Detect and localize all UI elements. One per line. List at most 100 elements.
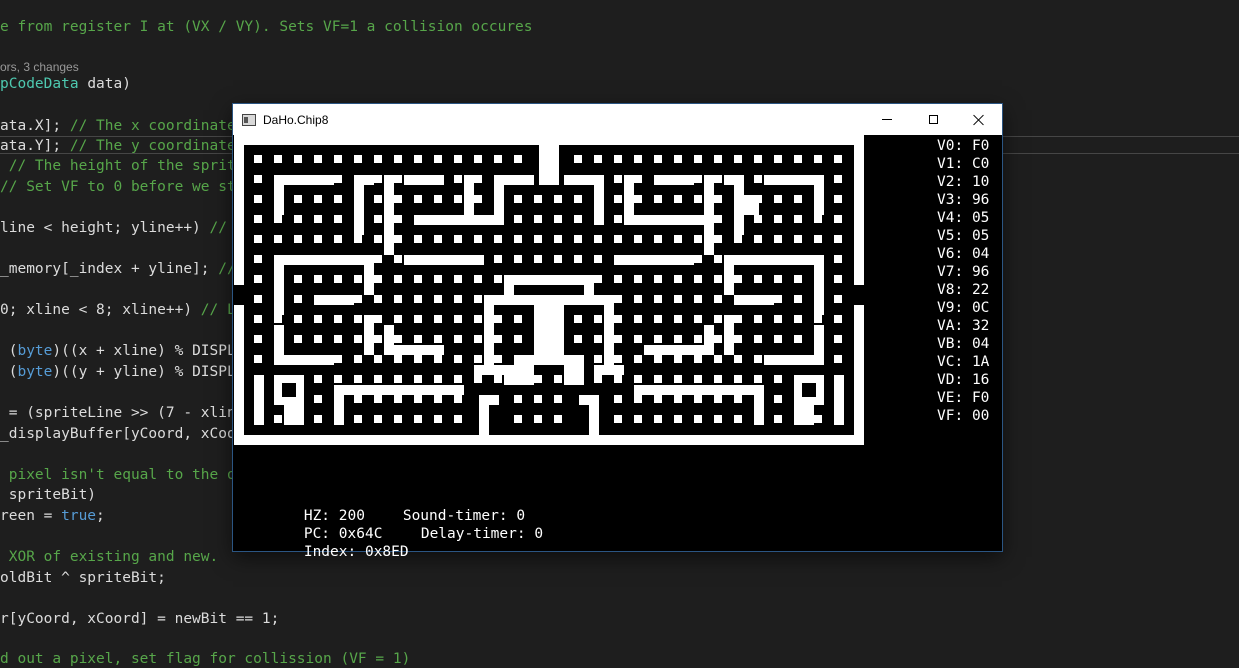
pellet <box>734 335 742 343</box>
maze-wall <box>464 175 474 215</box>
register-name: V4: <box>937 210 964 226</box>
pellet <box>494 255 502 263</box>
pellet <box>274 315 282 323</box>
maze-wall <box>334 385 464 395</box>
pellet <box>674 355 682 363</box>
maze-wall <box>854 305 864 445</box>
pellet <box>434 355 442 363</box>
pellet <box>634 355 642 363</box>
maze-wall <box>814 175 824 215</box>
pellet <box>414 295 422 303</box>
pellet <box>254 295 262 303</box>
pellet <box>454 175 462 183</box>
code-line: ata.X]; // The x coordinate <box>0 118 236 134</box>
pellet <box>774 235 782 243</box>
pellet <box>454 335 462 343</box>
maze-wall <box>354 175 374 185</box>
pellet <box>574 235 582 243</box>
register-value: 96 <box>971 264 990 280</box>
chip8-screen <box>234 135 864 445</box>
code-line: oldBit ^ spriteBit; <box>0 570 166 586</box>
delay-timer-value: 0 <box>534 526 544 542</box>
pellet <box>754 215 762 223</box>
pellet <box>834 275 842 283</box>
pellet <box>394 275 402 283</box>
code-line: = (spriteLine >> (7 - xlin <box>0 405 236 421</box>
register-value: 1A <box>971 354 990 370</box>
register-row: V7: 96 <box>937 263 999 281</box>
maze-wall <box>474 365 504 375</box>
pellet <box>634 175 642 183</box>
pellet <box>434 415 442 423</box>
maze-wall <box>754 385 764 425</box>
pellet <box>794 215 802 223</box>
pellet <box>714 235 722 243</box>
pellet <box>714 295 722 303</box>
register-name: V6: <box>937 246 964 262</box>
pellet <box>614 215 622 223</box>
pellet <box>614 195 622 203</box>
pellet <box>414 395 422 403</box>
maze-wall <box>314 295 354 305</box>
pellet <box>614 355 622 363</box>
pellet <box>734 235 742 243</box>
pellet <box>294 155 302 163</box>
pellet <box>254 335 262 343</box>
register-value: 16 <box>971 372 990 388</box>
title-bar[interactable]: DaHo.Chip8 <box>233 104 1002 135</box>
pellet <box>334 355 342 363</box>
pellet <box>354 275 362 283</box>
close-icon <box>973 114 985 126</box>
pellet <box>314 195 322 203</box>
pellet <box>514 395 522 403</box>
pellet <box>714 315 722 323</box>
pellet <box>774 155 782 163</box>
pellet <box>614 175 622 183</box>
hz-value: 200 <box>338 508 365 524</box>
register-value: F0 <box>971 390 990 406</box>
pellet <box>534 375 542 383</box>
pellet <box>334 215 342 223</box>
pellet <box>354 335 362 343</box>
pellet <box>274 155 282 163</box>
pellet <box>794 195 802 203</box>
register-row: VF: 00 <box>937 407 999 425</box>
pellet <box>714 415 722 423</box>
pellet <box>694 375 702 383</box>
minimize-button[interactable] <box>864 104 910 135</box>
pellet <box>374 335 382 343</box>
pellet <box>654 375 662 383</box>
maze-wall <box>479 395 499 405</box>
register-value: 22 <box>971 282 990 298</box>
pellet <box>634 155 642 163</box>
app-window-icon <box>242 113 256 126</box>
pellet <box>634 395 642 403</box>
maze-wall <box>414 215 494 225</box>
pellet <box>434 155 442 163</box>
pellet <box>714 175 722 183</box>
register-panel: V0: F0 V1: C0 V2: 10 V3: 96 V4: 05 V5: 05 V6: … <box>937 137 999 425</box>
pellet <box>314 375 322 383</box>
pellet <box>434 235 442 243</box>
pellet <box>814 155 822 163</box>
sound-timer-label: Sound-timer: <box>402 508 508 524</box>
code-line: // Set VF to 0 before we st <box>0 179 236 195</box>
pellet <box>294 215 302 223</box>
pellet <box>334 155 342 163</box>
maximize-button[interactable] <box>910 104 956 135</box>
pellet <box>594 235 602 243</box>
pc-value: 0x64C <box>338 526 383 542</box>
pellet <box>474 155 482 163</box>
pellet <box>554 195 562 203</box>
pellet <box>654 415 662 423</box>
close-button[interactable] <box>956 104 1002 135</box>
pellet <box>314 235 322 243</box>
pellet <box>574 155 582 163</box>
pellet <box>254 175 262 183</box>
pellet <box>474 275 482 283</box>
maze-wall <box>494 175 504 225</box>
pellet <box>794 335 802 343</box>
pellet <box>394 255 402 263</box>
pellet <box>634 315 642 323</box>
maze-wall <box>234 435 864 445</box>
